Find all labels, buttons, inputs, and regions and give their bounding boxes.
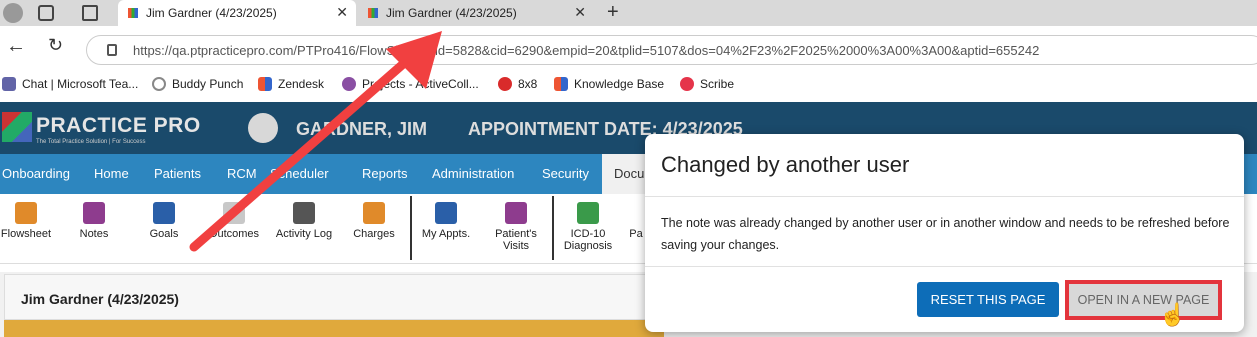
profile-icon[interactable] <box>3 3 23 23</box>
goals-icon <box>153 202 175 224</box>
flowsheet-icon <box>15 202 37 224</box>
toolbar-notes[interactable]: Notes <box>62 202 126 240</box>
tab-title: Jim Gardner (4/23/2025) <box>146 6 277 20</box>
toolbar-icd10[interactable]: ICD-10 Diagnosis <box>556 202 620 252</box>
bookmark-label: Knowledge Base <box>574 77 665 91</box>
nav-label: Docu <box>614 166 645 181</box>
dialog-divider <box>645 266 1244 267</box>
annotation-arrow <box>189 31 442 252</box>
logo-mark-icon <box>2 112 32 142</box>
icd10-icon <box>577 202 599 224</box>
bookmark-label: Chat | Microsoft Tea... <box>22 77 139 91</box>
refresh-icon[interactable]: ↻ <box>48 35 63 56</box>
tab-2[interactable]: Jim Gardner (4/23/2025) ✕ <box>358 0 594 26</box>
bookmark-scribe[interactable]: Scribe <box>680 77 734 91</box>
dialog-title: Changed by another user <box>661 152 910 177</box>
nav-security[interactable]: Security <box>542 166 589 181</box>
tab-1[interactable]: Jim Gardner (4/23/2025) ✕ <box>118 0 356 26</box>
clock-icon <box>152 77 166 91</box>
toolbar-label: ICD-10 Diagnosis <box>563 228 613 252</box>
open-new-page-button[interactable]: OPEN IN A NEW PAGE <box>1065 280 1222 320</box>
bookmark-label: 8x8 <box>518 77 538 91</box>
close-tab-icon[interactable]: ✕ <box>336 4 348 21</box>
back-icon[interactable]: ← <box>6 35 26 58</box>
logo-tagline: The Total Practice Solution | For Succes… <box>36 139 146 145</box>
knowledge-base-icon <box>554 77 568 91</box>
toolbar-label: Notes <box>79 228 109 240</box>
nav-onboarding[interactable]: Onboarding <box>2 166 70 181</box>
conflict-dialog: Changed by another user The note was alr… <box>645 134 1244 332</box>
bookmark-knowledge-base[interactable]: Knowledge Base <box>554 77 664 91</box>
notes-icon <box>83 202 105 224</box>
close-tab-icon[interactable]: ✕ <box>574 4 586 21</box>
patient-panel-header: Jim Gardner (4/23/2025) <box>4 274 664 320</box>
toolbar-label: Flowsheet <box>0 228 52 240</box>
logo: PRACTICE PRO <box>36 114 201 137</box>
toolbar-divider <box>552 196 554 260</box>
lock-icon <box>107 44 117 56</box>
bookmark-teams[interactable]: Chat | Microsoft Tea... <box>2 77 138 91</box>
tab-title: Jim Gardner (4/23/2025) <box>386 6 517 20</box>
panel-strip <box>4 320 664 337</box>
toolbar-label: Pa <box>629 228 643 240</box>
bookmark-8x8[interactable]: 8x8 <box>498 77 537 91</box>
favicon-icon <box>128 8 138 18</box>
browser-tab-bar: Jim Gardner (4/23/2025) ✕ Jim Gardner (4… <box>0 0 1257 26</box>
patient-visits-icon <box>505 202 527 224</box>
toolbar-patients-visits[interactable]: Patient's Visits <box>484 202 548 252</box>
new-tab-icon[interactable]: + <box>607 1 619 24</box>
dialog-divider <box>645 196 1244 197</box>
toolbar-label: Patient's Visits <box>495 228 537 252</box>
dialog-message: The note was already changed by another … <box>661 216 1230 252</box>
patient-panel-title: Jim Gardner (4/23/2025) <box>21 291 179 307</box>
hand-cursor-icon: ☝ <box>1159 302 1187 327</box>
toolbar-flowsheet[interactable]: Flowsheet <box>0 202 58 240</box>
8x8-icon <box>498 77 512 91</box>
scribe-icon <box>680 77 694 91</box>
toolbar-label: Goals <box>149 228 179 240</box>
nav-home[interactable]: Home <box>94 166 129 181</box>
favicon-icon <box>368 8 378 18</box>
workspaces-icon[interactable] <box>38 5 54 21</box>
teams-icon <box>2 77 16 91</box>
reset-page-button[interactable]: RESET THIS PAGE <box>917 282 1059 317</box>
bookmark-label: Scribe <box>700 77 735 91</box>
sidebar-toggle-icon[interactable] <box>82 5 98 21</box>
pa-icon <box>625 202 647 224</box>
